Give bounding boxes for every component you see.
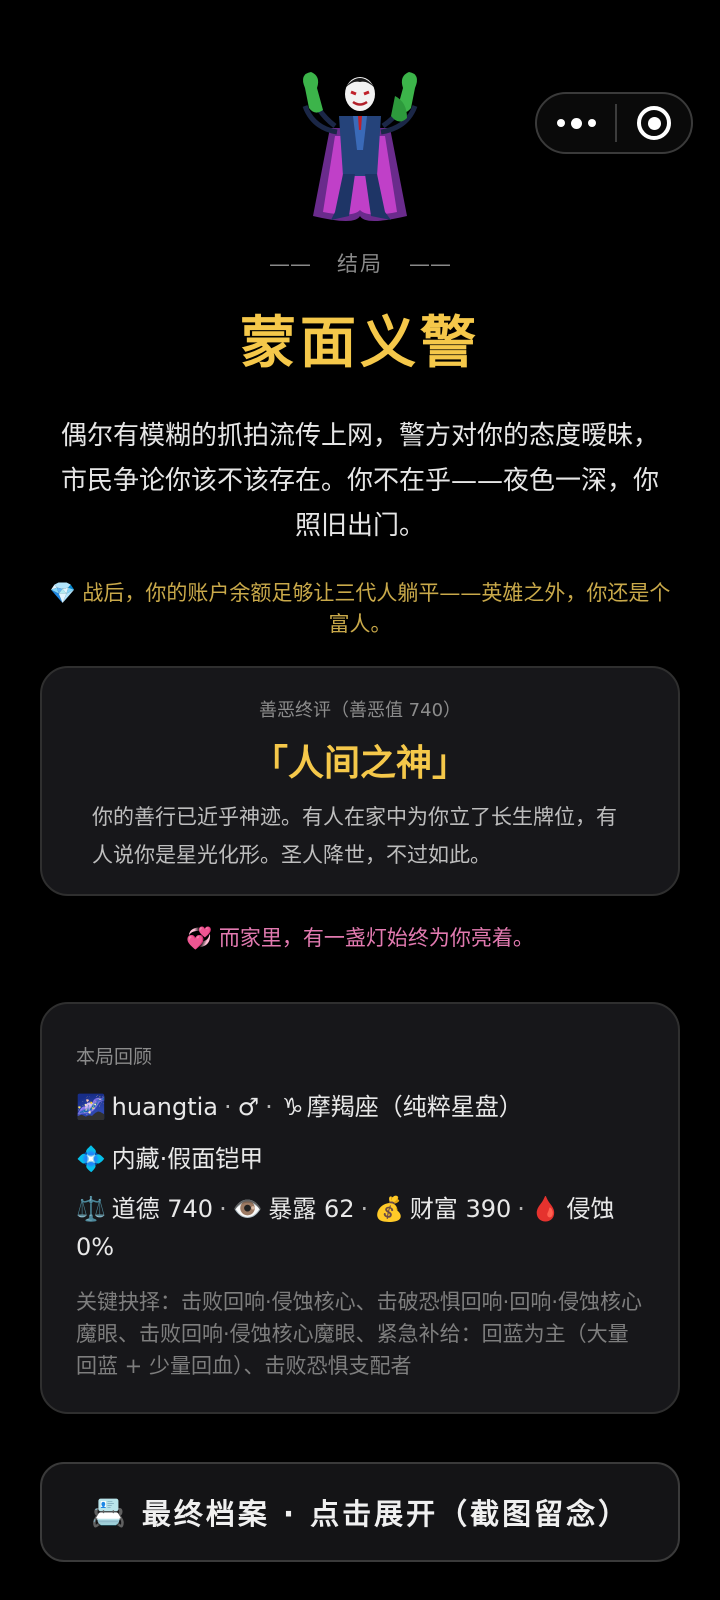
exposure-stat: 暴露 62 xyxy=(268,1195,355,1223)
eye-icon: 👁️ xyxy=(232,1195,263,1223)
family-text: 而家里，有一盏灯始终为你亮着。 xyxy=(218,926,534,950)
verdict-title: 「人间之神」 xyxy=(251,743,468,784)
gem-icon: 💎 xyxy=(49,581,76,605)
capricorn-icon: ♑ xyxy=(282,1093,304,1121)
morality-stat: 道德 740 xyxy=(111,1195,214,1223)
more-button[interactable] xyxy=(537,94,615,152)
card-index-icon: 📇 xyxy=(90,1495,129,1529)
wealth-note: 💎 战后，你的账户余额足够让三代人躺平——英雄之外，你还是个富人。 xyxy=(40,578,680,640)
recap-card: 本局回顾 🌌 huangtia · ♂ · ♑ 摩羯座（纯粹星盘） 💠 内藏·假面铠甲 ⚖… xyxy=(40,1002,680,1414)
ending-description: 偶尔有模糊的抓拍流传上网，警方对你的态度暧昧，市民争论你该不该存在。你不在乎——… xyxy=(60,421,659,541)
ending-page: —— 结局 —— 蒙面义警 偶尔有模糊的抓拍流传上网，警方对你的态度暧昧，市民争… xyxy=(0,0,720,1600)
ending-title: 蒙面义警 xyxy=(240,311,480,376)
player-name: huangtia xyxy=(111,1093,218,1121)
more-dots-icon xyxy=(556,117,596,129)
blood-drop-icon: 🩸 xyxy=(530,1195,561,1223)
close-button[interactable] xyxy=(617,94,691,152)
recap-heading: 本局回顾 xyxy=(76,1046,153,1068)
verdict-card: 善恶终评（善恶值 740） 「人间之神」 你的善行已近乎神迹。有人在家中为你立了… xyxy=(40,666,680,896)
talent-info: 💠 内藏·假面铠甲 xyxy=(76,1140,656,1178)
final-archive-button[interactable]: 📇 最终档案 · 点击展开（截图留念） xyxy=(40,1462,680,1562)
talent-text: 内藏·假面铠甲 xyxy=(111,1145,264,1173)
target-close-icon xyxy=(637,106,671,140)
stats-line: ⚖️ 道德 740 · 👁️ 暴露 62 · 💰 财富 390 · 🩸 侵蚀 0% xyxy=(76,1190,656,1266)
money-bag-icon: 💰 xyxy=(374,1195,405,1223)
wealth-text: 战后，你的账户余额足够让三代人躺平——英雄之外，你还是个富人。 xyxy=(82,581,671,636)
heart-icon: 💞 xyxy=(186,926,213,950)
key-choices: 关键抉择：击败回响·侵蚀核心、击破恐惧回响·回响·侵蚀核心魔眼、击败回响·侵蚀核… xyxy=(76,1290,643,1378)
verdict-text: 你的善行已近乎神迹。有人在家中为你立了长生牌位，有人说你是星光化形。圣人降世，不… xyxy=(92,805,617,867)
galaxy-icon: 🌌 xyxy=(76,1093,106,1121)
scales-icon: ⚖️ xyxy=(76,1195,106,1223)
zodiac-text: 摩羯座（纯粹星盘） xyxy=(306,1093,523,1121)
player-info: 🌌 huangtia · ♂ · ♑ 摩羯座（纯粹星盘） xyxy=(76,1088,656,1126)
verdict-subtitle: 善恶终评（善恶值 740） xyxy=(258,700,462,721)
archive-button-label: 最终档案 · 点击展开（截图留念） xyxy=(141,1497,631,1531)
family-note: 💞 而家里，有一盏灯始终为你亮着。 xyxy=(0,922,720,952)
diamond-shape-icon: 💠 xyxy=(76,1145,106,1173)
ending-label: —— 结局 —— xyxy=(268,252,452,276)
gender-icon: ♂ xyxy=(237,1093,260,1121)
supervillain-emoji xyxy=(302,72,418,221)
wealth-stat: 财富 390 xyxy=(409,1195,512,1223)
capsule-menu xyxy=(535,92,693,154)
